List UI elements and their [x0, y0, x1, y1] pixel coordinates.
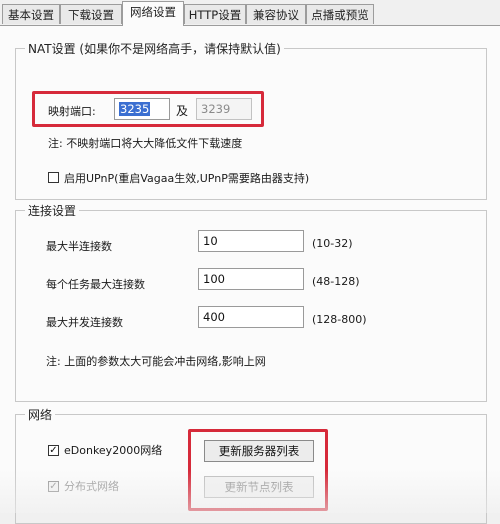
tab-on-demand-preview[interactable]: 点播或预览: [306, 4, 374, 24]
max-half-open-range: (10-32): [312, 237, 353, 250]
nat-legend: NAT设置 (如果你不是网络高手，请保持默认值): [25, 40, 284, 57]
mapped-port-value: 3235: [119, 102, 151, 116]
tab-download-settings[interactable]: 下载设置: [60, 4, 122, 24]
max-per-task-label: 每个任务最大连接数: [46, 278, 145, 291]
network-settings-panel: NAT设置 (如果你不是网络高手，请保持默认值) 映射端口: 3235 及 32…: [0, 26, 500, 524]
max-per-task-input[interactable]: 100: [198, 268, 304, 290]
nat-note: 注: 不映射端口将大大降低文件下载速度: [48, 137, 243, 150]
tab-network-settings[interactable]: 网络设置: [122, 1, 184, 26]
upnp-label: 启用UPnP(重启Vagaa生效,UPnP需要路由器支持): [64, 172, 310, 185]
connection-settings-group: 连接设置 最大半连接数 10 (10-32) 每个任务最大连接数 100 (48…: [15, 202, 487, 402]
mapped-port-second-input: 3239: [196, 98, 252, 120]
distributed-checkbox: ✓: [48, 481, 59, 492]
upnp-checkbox[interactable]: [48, 172, 59, 183]
tab-basic-settings[interactable]: 基本设置: [2, 4, 60, 24]
mapped-port-label: 映射端口:: [48, 105, 96, 118]
distributed-label: 分布式网络: [64, 480, 119, 493]
network-legend: 网络: [25, 406, 56, 423]
max-concurrent-range: (128-800): [312, 313, 367, 326]
network-group: 网络 ✓ eDonkey2000网络 更新服务器列表 ✓ 分布式网络 更新节点列…: [15, 406, 487, 524]
edonkey-checkbox[interactable]: ✓: [48, 445, 59, 456]
and-label: 及: [176, 104, 189, 118]
update-nodes-button: 更新节点列表: [204, 476, 314, 498]
connection-legend: 连接设置: [25, 202, 80, 219]
max-half-open-input[interactable]: 10: [198, 230, 304, 252]
connection-note: 注: 上面的参数太大可能会冲击网络,影响上网: [46, 355, 266, 368]
update-servers-button[interactable]: 更新服务器列表: [204, 440, 314, 462]
nat-settings-group: NAT设置 (如果你不是网络高手，请保持默认值) 映射端口: 3235 及 32…: [15, 40, 487, 200]
mapped-port-input[interactable]: 3235: [114, 98, 170, 120]
tab-bar: 基本设置 下载设置 网络设置 HTTP设置 兼容协议 点播或预览: [0, 0, 500, 26]
max-per-task-range: (48-128): [312, 275, 360, 288]
max-concurrent-label: 最大并发连接数: [46, 316, 123, 329]
edonkey-label: eDonkey2000网络: [64, 444, 163, 457]
tab-compat-protocols[interactable]: 兼容协议: [246, 4, 306, 24]
max-half-open-label: 最大半连接数: [46, 240, 112, 253]
tab-http-settings[interactable]: HTTP设置: [184, 4, 246, 24]
max-concurrent-input[interactable]: 400: [198, 306, 304, 328]
